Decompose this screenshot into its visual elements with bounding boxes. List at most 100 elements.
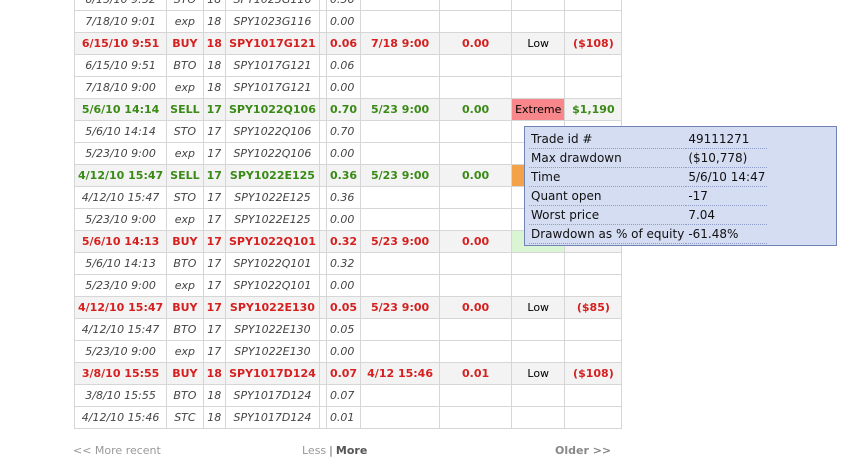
tooltip-value: ($10,778) (686, 148, 768, 168)
trade-symbol-cell: SPY1017G121 (224, 54, 320, 77)
trade-symbol-cell: SPY1022E130 (224, 296, 320, 319)
spacer-cell (318, 274, 327, 297)
trade-pct-cell (439, 406, 513, 429)
trade-date-cell: 4/12/10 15:47 (73, 186, 168, 209)
spacer-cell (318, 230, 327, 253)
trade-qty-cell: 17 (202, 142, 226, 165)
trade-price-cell: 0.36 (325, 186, 362, 209)
tooltip-label: Trade id # (529, 130, 687, 149)
trade-qty-cell: 18 (202, 406, 226, 429)
trade-pct-cell: 0.00 (439, 98, 513, 121)
trade-tooltip: Trade id #49111271 Max drawdown ($10,778) T… (524, 126, 837, 246)
trade-detail-row: 6/15/10 9:52STO18SPY1023G116 0.56 (73, 0, 623, 11)
trade-symbol-cell: SPY1023G116 (224, 10, 320, 33)
trade-action-cell: exp (166, 76, 204, 99)
trade-exit-cell (360, 54, 441, 77)
trade-price-cell: 0.07 (325, 362, 362, 385)
tooltip-value: -61.48% (686, 224, 768, 244)
trade-pl-cell (564, 0, 623, 11)
trade-pct-cell (439, 340, 513, 363)
trade-price-cell: 0.01 (325, 406, 362, 429)
spacer-cell (318, 0, 327, 11)
trade-detail-row: 5/23/10 9:00 exp 17 SPY1022Q101 0.00 (73, 274, 623, 297)
trade-pl-cell: $1,190 (564, 98, 623, 121)
tooltip-body: Trade id #49111271 Max drawdown ($10,778) T… (529, 130, 768, 244)
trade-row[interactable]: 6/15/10 9:51 BUY 18 SPY1017G121 0.06 7/18 9:0… (73, 32, 623, 55)
trade-risk-cell: Low (511, 296, 566, 319)
trade-detail-row: 5/6/10 14:13 BTO 17 SPY1022Q101 0.32 (73, 252, 623, 275)
trade-row[interactable]: 4/12/10 15:47 BUY 17 SPY1022E130 0.05 5/23 9:… (73, 296, 623, 319)
trade-date-cell: 4/12/10 15:47 (73, 296, 168, 319)
trade-qty-cell: 17 (202, 296, 226, 319)
tooltip-row: Worst price 7.04 (529, 205, 768, 225)
trade-detail-row: 4/12/10 15:47 BTO 17 SPY1022E130 0.05 (73, 318, 623, 341)
trade-action-cell: BTO (166, 384, 204, 407)
trade-price-cell: 0.32 (325, 252, 362, 275)
trade-action-cell: BUY (166, 296, 204, 319)
trade-pct-cell (439, 274, 513, 297)
trade-date-cell: 6/15/10 9:52 (73, 0, 168, 11)
spacer-cell (318, 208, 327, 231)
trade-action-cell: exp (166, 10, 204, 33)
trade-date-cell: 5/6/10 14:14 (73, 120, 168, 143)
trade-pct-cell (439, 208, 513, 231)
trade-action-cell: SELL (166, 164, 204, 187)
tooltip-label: Max drawdown (529, 148, 687, 168)
trade-action-cell: STO (166, 186, 204, 209)
less-link[interactable]: Less (302, 444, 326, 457)
trade-row[interactable]: 5/6/10 14:14 SELL 17 SPY1022Q106 0.70 5/23 9:… (73, 98, 623, 121)
spacer-cell (318, 384, 327, 407)
trade-qty-cell: 18 (202, 0, 226, 11)
trade-price-cell: 0.06 (325, 54, 362, 77)
trade-row[interactable]: 3/8/10 15:55 BUY 18 SPY1017D124 0.07 4/12 15:… (73, 362, 623, 385)
trade-risk-cell (511, 406, 566, 429)
trade-date-cell: 6/15/10 9:51 (73, 32, 168, 55)
trade-exit-cell (360, 208, 441, 231)
less-more-pager: Less | More (302, 444, 367, 457)
spacer-cell (318, 362, 327, 385)
trade-risk-cell (511, 318, 566, 341)
trade-risk-cell (511, 252, 566, 275)
trade-action-cell: STC (166, 406, 204, 429)
tooltip-row: Drawdown as % of equity -61.48% (529, 224, 768, 244)
trade-action-cell: STO (166, 0, 204, 11)
spacer-cell (318, 252, 327, 275)
spacer-cell (318, 186, 327, 209)
trade-pct-cell (439, 318, 513, 341)
trade-exit-cell (360, 406, 441, 429)
trade-pl-cell (564, 54, 623, 77)
trade-symbol-cell: SPY1023G116 (224, 0, 320, 11)
trade-pct-cell: 0.00 (439, 32, 513, 55)
trade-price-cell: 0.00 (325, 340, 362, 363)
more-link[interactable]: More (336, 444, 367, 457)
trade-qty-cell: 17 (202, 252, 226, 275)
trade-price-cell: 0.00 (325, 76, 362, 99)
trade-date-cell: 7/18/10 9:01 (73, 10, 168, 33)
trade-pct-cell: 0.00 (439, 164, 513, 187)
trade-exit-cell: 5/23 9:00 (360, 296, 441, 319)
more-recent-link[interactable]: << More recent (73, 444, 161, 457)
trade-action-cell: exp (166, 208, 204, 231)
trade-pct-cell: 0.00 (439, 230, 513, 253)
trade-symbol-cell: SPY1022Q101 (224, 274, 320, 297)
spacer-cell (318, 340, 327, 363)
trade-date-cell: 6/15/10 9:51 (73, 54, 168, 77)
trade-risk-cell (511, 384, 566, 407)
tooltip-value: -17 (686, 186, 768, 206)
trade-price-cell: 0.36 (325, 164, 362, 187)
older-link[interactable]: Older >> (555, 444, 611, 457)
trade-pl-cell (564, 406, 623, 429)
trade-action-cell: BUY (166, 362, 204, 385)
trade-symbol-cell: SPY1022E130 (224, 340, 320, 363)
trade-price-cell: 0.00 (325, 142, 362, 165)
trade-risk-cell (511, 54, 566, 77)
trade-date-cell: 3/8/10 15:55 (73, 362, 168, 385)
trade-action-cell: BTO (166, 318, 204, 341)
trade-pct-cell (439, 10, 513, 33)
trade-date-cell: 5/6/10 14:14 (73, 98, 168, 121)
trade-risk-cell (511, 274, 566, 297)
trade-price-cell: 0.05 (325, 318, 362, 341)
trade-date-cell: 4/12/10 15:47 (73, 164, 168, 187)
trade-symbol-cell: SPY1017G121 (224, 32, 320, 55)
trade-exit-cell (360, 340, 441, 363)
